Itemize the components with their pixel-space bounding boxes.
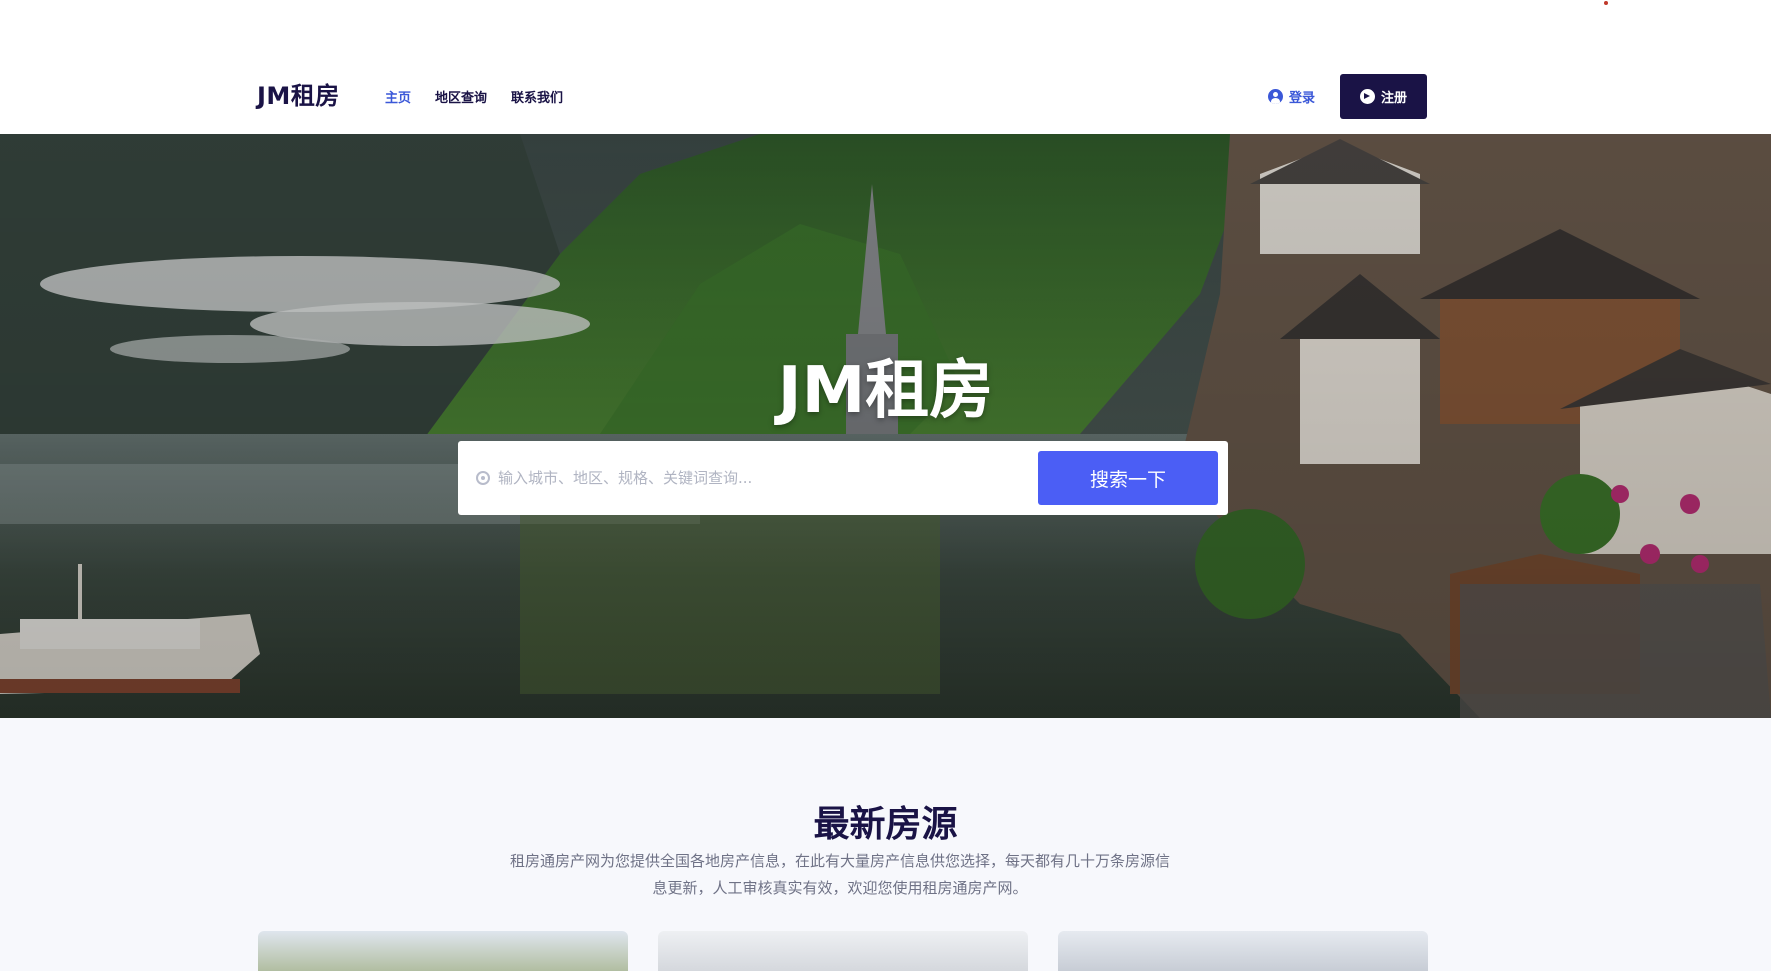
register-button[interactable]: 注册: [1340, 74, 1427, 119]
listing-card[interactable]: [658, 931, 1028, 971]
nav-item-home[interactable]: 主页: [385, 87, 411, 106]
arrow-circle-right-icon: [1359, 89, 1375, 104]
main-nav: 主页 地区查询 联系我们: [385, 87, 563, 106]
search-button[interactable]: 搜索一下: [1038, 451, 1218, 505]
site-logo[interactable]: JM租房: [257, 76, 340, 111]
listing-card[interactable]: [258, 931, 628, 971]
user-icon: [1268, 89, 1283, 104]
hero-title: JM租房: [777, 354, 994, 428]
login-link[interactable]: 登录: [1268, 87, 1315, 106]
location-pin-icon: [476, 471, 490, 485]
site-header: JM租房 主页 地区查询 联系我们 登录 注册: [0, 0, 1771, 134]
section-description: 租房通房产网为您提供全国各地房产信息，在此有大量房产信息供您选择，每天都有几十万…: [510, 852, 1171, 897]
listing-card[interactable]: [1058, 931, 1428, 971]
register-label: 注册: [1380, 91, 1407, 106]
decorative-dot: [1604, 1, 1608, 5]
search-bar: 搜索一下: [458, 441, 1228, 515]
search-input[interactable]: [498, 463, 1018, 493]
section-title: 最新房源: [813, 804, 958, 845]
nav-item-region-search[interactable]: 地区查询: [435, 87, 487, 106]
nav-item-contact[interactable]: 联系我们: [511, 87, 563, 106]
login-label: 登录: [1289, 91, 1316, 106]
hero-banner: JM租房 搜索一下: [0, 134, 1771, 718]
